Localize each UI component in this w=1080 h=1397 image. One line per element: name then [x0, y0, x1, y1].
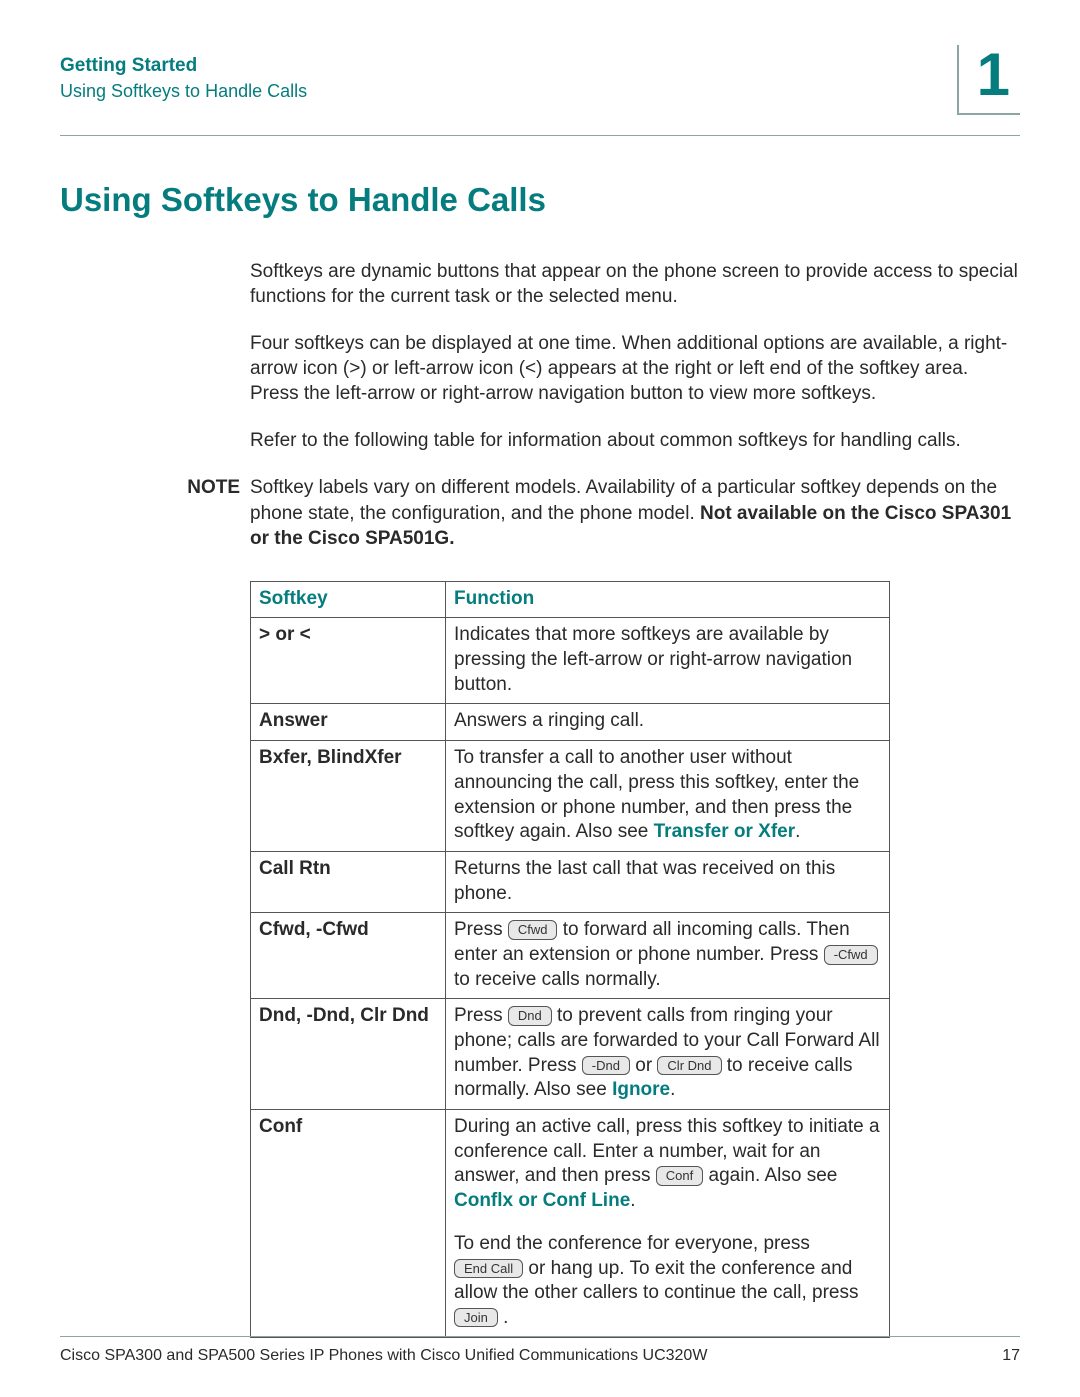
table-row: Cfwd, -Cfwd Press Cfwd to forward all in…: [251, 913, 890, 999]
softkey-table: Softkey Function > or < Indicates that m…: [250, 581, 890, 1338]
cfwd-t1: Press: [454, 919, 508, 940]
table-row: Bxfer, BlindXfer To transfer a call to a…: [251, 741, 890, 852]
func-callrtn: Returns the last call that was received …: [446, 851, 890, 912]
key-conf: Conf: [251, 1110, 446, 1338]
table-row: Answer Answers a ringing call.: [251, 704, 890, 741]
func-answer: Answers a ringing call.: [446, 704, 890, 741]
page-footer: Cisco SPA300 and SPA500 Series IP Phones…: [60, 1336, 1020, 1365]
table-row: > or < Indicates that more softkeys are …: [251, 618, 890, 704]
chapter-number: 1: [977, 45, 1010, 105]
header-rule: [60, 135, 1020, 136]
intro-para-1: Softkeys are dynamic buttons that appear…: [250, 259, 1020, 309]
footer-rule: [60, 1336, 1020, 1337]
intro-para-2: Four softkeys can be displayed at one ti…: [250, 331, 1020, 406]
link-transfer-xfer[interactable]: Transfer or Xfer: [654, 821, 796, 842]
btn-cfwd: Cfwd: [508, 920, 558, 940]
btn-dnd: Dnd: [508, 1006, 552, 1026]
note-label: NOTE: [60, 475, 250, 550]
conf-t4: To end the conference for everyone, pres…: [454, 1233, 810, 1254]
chapter-number-box: 1: [957, 45, 1020, 115]
conf-t6: .: [498, 1307, 509, 1328]
dnd-t1: Press: [454, 1005, 508, 1026]
conf-t2: again. Also see: [703, 1165, 837, 1186]
key-cfwd: Cfwd, -Cfwd: [251, 913, 446, 999]
key-answer: Answer: [251, 704, 446, 741]
func-dnd: Press Dnd to prevent calls from ringing …: [446, 999, 890, 1110]
func-conf: During an active call, press this softke…: [446, 1110, 890, 1338]
btn-minus-dnd: -Dnd: [582, 1056, 630, 1076]
bxfer-period: .: [795, 821, 800, 842]
footer-page-number: 17: [1002, 1347, 1020, 1365]
func-cfwd: Press Cfwd to forward all incoming calls…: [446, 913, 890, 999]
note-body: Softkey labels vary on different models.…: [250, 475, 1020, 550]
btn-conf: Conf: [656, 1166, 703, 1186]
th-function: Function: [446, 581, 890, 618]
dnd-t5: .: [670, 1079, 675, 1100]
btn-minus-cfwd: -Cfwd: [824, 945, 878, 965]
key-callrtn: Call Rtn: [251, 851, 446, 912]
link-ignore[interactable]: Ignore: [612, 1079, 670, 1100]
btn-clr-dnd: Clr Dnd: [657, 1056, 721, 1076]
conf-t3: .: [630, 1190, 635, 1211]
func-arrows: Indicates that more softkeys are availab…: [446, 618, 890, 704]
table-row: Dnd, -Dnd, Clr Dnd Press Dnd to prevent …: [251, 999, 890, 1110]
footer-doc-title: Cisco SPA300 and SPA500 Series IP Phones…: [60, 1347, 707, 1365]
func-bxfer: To transfer a call to another user witho…: [446, 741, 890, 852]
dnd-t3: or: [630, 1055, 657, 1076]
th-softkey: Softkey: [251, 581, 446, 618]
key-bxfer: Bxfer, BlindXfer: [251, 741, 446, 852]
cfwd-t3: to receive calls normally.: [454, 969, 661, 990]
chapter-title: Getting Started: [60, 55, 957, 77]
key-arrows: > or <: [251, 618, 446, 704]
key-dnd: Dnd, -Dnd, Clr Dnd: [251, 999, 446, 1110]
btn-join: Join: [454, 1308, 498, 1328]
table-row: Call Rtn Returns the last call that was …: [251, 851, 890, 912]
section-title: Using Softkeys to Handle Calls: [60, 81, 957, 102]
page-heading: Using Softkeys to Handle Calls: [60, 181, 1020, 219]
intro-para-3: Refer to the following table for informa…: [250, 428, 1020, 453]
table-row: Conf During an active call, press this s…: [251, 1110, 890, 1338]
btn-end-call: End Call: [454, 1259, 523, 1279]
link-conflx[interactable]: Conflx or Conf Line: [454, 1190, 630, 1211]
